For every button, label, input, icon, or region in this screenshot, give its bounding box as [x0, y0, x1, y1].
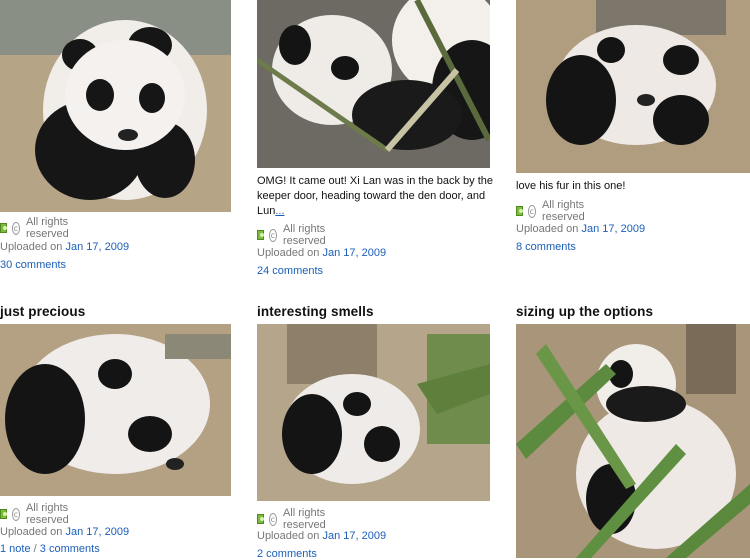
caption-text: love his fur in this one!: [516, 180, 626, 192]
photo-thumbnail-5[interactable]: [257, 324, 490, 501]
comments-row-2: 24 comments: [257, 265, 323, 277]
copyright-icon: c: [268, 228, 277, 242]
license-row-4: c All rights reserved: [0, 502, 77, 526]
license-label: All rights reserved: [282, 507, 326, 531]
uploaded-prefix: Uploaded on: [0, 241, 63, 253]
photo-thumbnail-3[interactable]: [516, 0, 750, 173]
uploaded-prefix: Uploaded on: [257, 247, 320, 259]
comments-link[interactable]: 30 comments: [0, 259, 66, 271]
comments-link[interactable]: 24 comments: [257, 265, 323, 277]
photo-title-5[interactable]: interesting smells: [257, 304, 374, 319]
upload-info-3: Uploaded on Jan 17, 2009: [516, 223, 645, 235]
license-label: All rights reserved: [25, 502, 69, 526]
comments-row-4: 1 note / 3 comments: [0, 543, 100, 555]
license-icon[interactable]: [257, 230, 264, 240]
upload-info-4: Uploaded on Jan 17, 2009: [0, 526, 129, 538]
copyright-icon: c: [11, 507, 20, 521]
upload-date-link[interactable]: Jan 17, 2009: [65, 241, 129, 253]
license-label: All rights reserved: [541, 199, 585, 223]
caption-text: OMG! It came out! Xi Lan was in the back…: [257, 175, 494, 217]
photo-title-6[interactable]: sizing up the options: [516, 304, 653, 319]
caption-more-link[interactable]: ...: [275, 205, 284, 217]
license-label: All rights reserved: [282, 223, 326, 247]
license-row-2: c All rights reserved: [257, 223, 334, 247]
copyright-icon: c: [268, 512, 277, 526]
photo-caption-3: love his fur in this one!: [516, 179, 746, 194]
upload-date-link[interactable]: Jan 17, 2009: [581, 223, 645, 235]
photo-thumbnail-6[interactable]: [516, 324, 750, 558]
photo-thumbnail-1[interactable]: [0, 0, 231, 212]
uploaded-prefix: Uploaded on: [0, 526, 63, 538]
license-icon[interactable]: [257, 514, 264, 524]
copyright-icon: c: [11, 221, 20, 235]
comments-row-3: 8 comments: [516, 241, 576, 253]
license-row-5: c All rights reserved: [257, 507, 334, 531]
license-row-1: c All rights reserved: [0, 216, 77, 240]
uploaded-prefix: Uploaded on: [257, 530, 320, 542]
upload-date-link[interactable]: Jan 17, 2009: [322, 247, 386, 259]
license-icon[interactable]: [0, 509, 7, 519]
uploaded-prefix: Uploaded on: [516, 223, 579, 235]
upload-date-link[interactable]: Jan 17, 2009: [65, 526, 129, 538]
comments-row-1: 30 comments: [0, 259, 66, 271]
notes-link[interactable]: 1 note: [0, 543, 31, 555]
comments-link[interactable]: 8 comments: [516, 241, 576, 253]
upload-info-1: Uploaded on Jan 17, 2009: [0, 241, 129, 253]
license-icon[interactable]: [0, 223, 7, 233]
license-label: All rights reserved: [25, 216, 69, 240]
photo-thumbnail-4[interactable]: [0, 324, 231, 496]
photo-caption-2: OMG! It came out! Xi Lan was in the back…: [257, 174, 493, 219]
comments-row-5: 2 comments: [257, 548, 317, 560]
license-row-3: c All rights reserved: [516, 199, 593, 223]
upload-info-5: Uploaded on Jan 17, 2009: [257, 530, 386, 542]
comments-link[interactable]: 3 comments: [40, 543, 100, 555]
upload-info-2: Uploaded on Jan 17, 2009: [257, 247, 386, 259]
photo-thumbnail-2[interactable]: [257, 0, 490, 168]
license-icon[interactable]: [516, 206, 523, 216]
copyright-icon: c: [527, 204, 536, 218]
upload-date-link[interactable]: Jan 17, 2009: [322, 530, 386, 542]
photo-title-4[interactable]: just precious: [0, 304, 85, 319]
comments-link[interactable]: 2 comments: [257, 548, 317, 560]
